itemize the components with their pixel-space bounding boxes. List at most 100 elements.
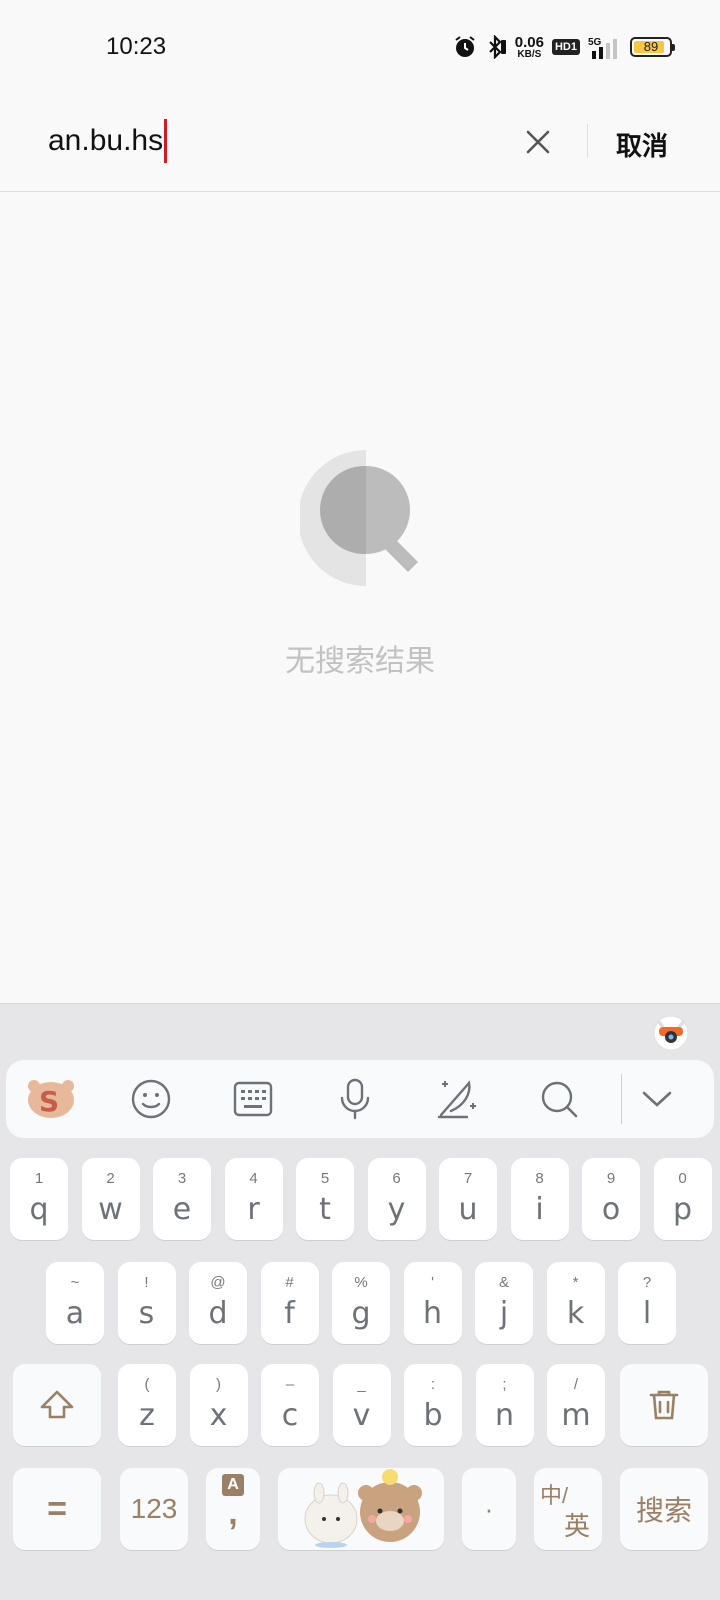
key-hint: !: [144, 1274, 149, 1291]
key-hint: 9: [606, 1170, 616, 1187]
key-x[interactable]: ) x: [189, 1364, 248, 1446]
battery-level: 89: [643, 39, 659, 54]
key-hint: #: [285, 1274, 294, 1291]
key-b[interactable]: :b: [404, 1364, 462, 1446]
period-key-label: ·: [484, 1493, 494, 1524]
key-u[interactable]: 7u: [439, 1158, 497, 1240]
key-hint: 4: [249, 1170, 258, 1187]
key-label: k: [566, 1296, 585, 1331]
punctuation-key[interactable]: A ,: [206, 1468, 260, 1550]
key-hint: @: [210, 1274, 226, 1291]
chevron-down-icon[interactable]: [634, 1076, 680, 1122]
key-label: q: [29, 1192, 49, 1227]
cancel-button[interactable]: 取消: [616, 126, 668, 163]
key-k[interactable]: * k: [546, 1262, 605, 1344]
key-label: v: [352, 1398, 371, 1433]
key-hint: 7: [463, 1170, 473, 1187]
key-label: w: [98, 1192, 123, 1227]
key-e[interactable]: 3e: [153, 1158, 211, 1240]
key-c[interactable]: – c: [261, 1364, 319, 1446]
key-m[interactable]: / m: [547, 1364, 605, 1446]
search-key[interactable]: 搜索: [620, 1468, 708, 1550]
net-speed-unit: KB/S: [517, 48, 542, 60]
svg-text:5G: 5G: [588, 37, 602, 48]
key-hint: ): [216, 1376, 221, 1393]
shift-icon: [40, 1390, 74, 1419]
microphone-icon[interactable]: [332, 1076, 378, 1122]
key-a[interactable]: ~ a: [46, 1262, 104, 1344]
handwriting-icon[interactable]: [434, 1076, 480, 1122]
key-w[interactable]: 2w: [81, 1158, 140, 1240]
key-t[interactable]: 5t: [296, 1158, 354, 1240]
key-label: g: [351, 1296, 371, 1331]
key-label: c: [281, 1398, 299, 1433]
key-label: b: [423, 1398, 443, 1433]
punctuation-main: ,: [228, 1494, 238, 1532]
symbols-key-label: =: [47, 1489, 67, 1528]
key-label: r: [247, 1192, 260, 1227]
net-speed: 0.06 KB/S: [515, 35, 544, 60]
key-hint: 2: [106, 1170, 115, 1187]
key-hint: 6: [392, 1170, 401, 1187]
key-label: o: [601, 1192, 621, 1227]
punctuation-hint: A: [222, 1474, 244, 1496]
key-label: n: [494, 1398, 514, 1433]
key-hint: _: [357, 1376, 366, 1393]
search-icon[interactable]: [536, 1076, 582, 1122]
search-key-label: 搜索: [635, 1495, 692, 1526]
emoji-icon[interactable]: [128, 1076, 174, 1122]
key-hint: 0: [678, 1170, 687, 1187]
key-label: y: [387, 1192, 406, 1227]
key-p[interactable]: 0p: [653, 1158, 712, 1240]
key-hint: %: [354, 1274, 368, 1291]
numbers-key[interactable]: 123: [120, 1468, 188, 1550]
keyboard-icon[interactable]: [230, 1076, 276, 1122]
period-key[interactable]: ·: [462, 1468, 516, 1550]
hd-badge: HD1: [551, 39, 580, 55]
key-f[interactable]: # f: [260, 1262, 319, 1344]
key-y[interactable]: 6y: [367, 1158, 426, 1240]
key-label: i: [535, 1192, 544, 1227]
search-input[interactable]: an.bu.hs: [48, 118, 168, 164]
key-label: l: [642, 1296, 652, 1331]
key-n[interactable]: ; n: [475, 1364, 534, 1446]
key-g[interactable]: % g: [332, 1262, 390, 1344]
empty-state-message: 无搜索结果: [285, 645, 435, 678]
key-s[interactable]: ! s: [117, 1262, 176, 1344]
toolbar-divider: [621, 1074, 622, 1124]
key-r[interactable]: 4r: [224, 1158, 283, 1240]
key-label: u: [458, 1192, 478, 1227]
key-o[interactable]: 9o: [582, 1158, 640, 1240]
key-hint: /: [573, 1376, 579, 1393]
language-switch-key[interactable]: 中/ 英: [534, 1468, 602, 1550]
key-label: j: [499, 1296, 509, 1331]
key-z[interactable]: (z: [118, 1364, 176, 1446]
key-hint: 5: [320, 1170, 330, 1187]
key-v[interactable]: _ v: [332, 1364, 391, 1446]
key-hint: –: [285, 1376, 295, 1393]
key-l[interactable]: ? l: [618, 1262, 676, 1344]
mascot-icon[interactable]: [652, 1013, 690, 1051]
sogou-logo-icon[interactable]: S: [26, 1076, 76, 1122]
key-hint: ': [431, 1274, 434, 1291]
alarm-icon: [453, 35, 477, 59]
clear-button[interactable]: [520, 124, 556, 160]
delete-key[interactable]: [620, 1364, 708, 1446]
key-hint: 1: [34, 1170, 44, 1187]
status-icons: 0.06 KB/S HD1 5G 89: [453, 30, 675, 64]
key-label: e: [172, 1192, 192, 1227]
key-d[interactable]: @ d: [189, 1262, 247, 1344]
key-i[interactable]: 8i: [510, 1158, 569, 1240]
delete-icon: [649, 1390, 679, 1420]
key-h[interactable]: ' h: [403, 1262, 462, 1344]
space-key[interactable]: [278, 1468, 444, 1550]
key-q[interactable]: 1q: [10, 1158, 68, 1240]
shift-key[interactable]: [13, 1364, 101, 1446]
search-query: an.bu.hs: [48, 124, 164, 157]
key-label: s: [138, 1296, 155, 1331]
key-hint: &: [498, 1274, 509, 1291]
signal-5g-icon: 5G: [588, 35, 622, 59]
key-j[interactable]: & j: [475, 1262, 533, 1344]
key-hint: ?: [642, 1274, 652, 1291]
symbols-key[interactable]: =: [13, 1468, 101, 1550]
